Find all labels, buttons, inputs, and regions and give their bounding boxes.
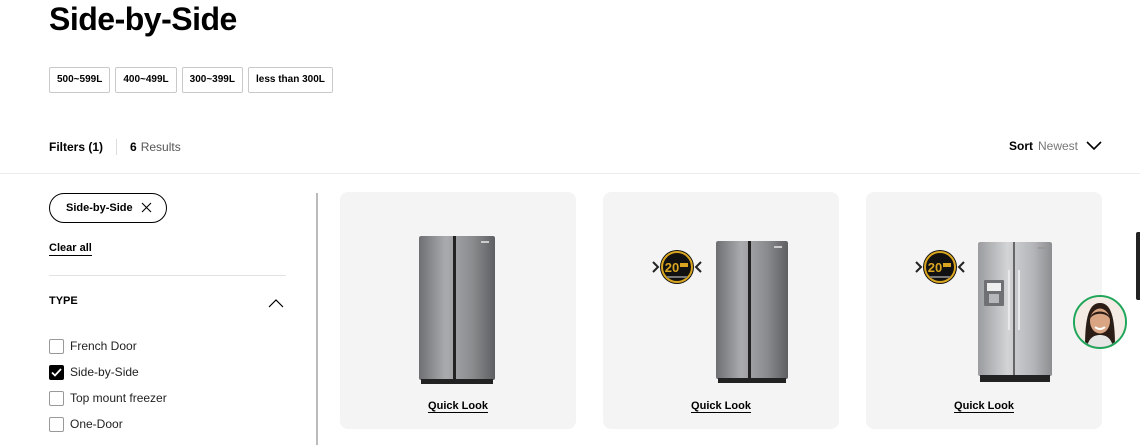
checkbox[interactable]	[49, 416, 64, 432]
type-option-top-mount-freezer[interactable]: Top mount freezer	[49, 385, 167, 411]
warranty-badge-icon: 20	[915, 250, 965, 284]
avatar-portrait	[1075, 297, 1125, 347]
chip-500-599l[interactable]: 500~599L	[49, 67, 111, 93]
chevron-up-icon[interactable]	[268, 295, 284, 313]
product-card[interactable]: Quick Look	[340, 192, 576, 429]
divider	[116, 139, 118, 155]
capacity-filter-chips: 500~599L 400~499L 300~399L less than 300…	[49, 67, 333, 93]
badge-number: 20	[928, 260, 942, 275]
quick-look: Quick Look	[603, 396, 839, 414]
option-label: French Door	[70, 339, 137, 353]
quick-look: Quick Look	[866, 396, 1102, 414]
sort-label: Sort	[1008, 139, 1033, 153]
divider	[49, 275, 286, 276]
checkmark-icon	[51, 367, 62, 377]
chip-less-than-300l[interactable]: less than 300L	[247, 67, 333, 93]
chat-assistant-avatar[interactable]	[1073, 295, 1127, 349]
refrigerator-image[interactable]	[419, 236, 495, 384]
active-filter-chip[interactable]: Side-by-Side	[49, 193, 167, 223]
results-count: 6	[130, 140, 137, 154]
sort-value: Newest	[1037, 139, 1078, 153]
refrigerator-image[interactable]	[716, 241, 788, 383]
active-filter-label: Side-by-Side	[66, 202, 133, 214]
filters-toggle[interactable]: Filters (1)	[49, 140, 103, 154]
type-option-side-by-side[interactable]: Side-by-Side	[49, 359, 167, 385]
badge-number: 20	[665, 260, 679, 275]
type-section-heading[interactable]: TYPE	[49, 295, 78, 307]
results-label: Results	[140, 140, 181, 154]
warranty-badge-icon: 20	[652, 250, 702, 284]
product-card[interactable]: 20 Quick Look	[603, 192, 839, 429]
product-card[interactable]: 20 Quick Look	[866, 192, 1102, 429]
quick-look: Quick Look	[340, 396, 576, 414]
chip-300-399l[interactable]: 300~399L	[181, 67, 243, 93]
close-icon[interactable]	[141, 201, 152, 215]
divider	[0, 173, 1140, 174]
option-label: One-Door	[70, 417, 123, 431]
checkbox-checked[interactable]	[49, 364, 64, 380]
page-title: Side-by-Side	[49, 1, 237, 37]
quick-look-link[interactable]: Quick Look	[691, 400, 751, 413]
quick-look-link[interactable]: Quick Look	[428, 400, 488, 413]
chip-400-499l[interactable]: 400~499L	[115, 67, 177, 93]
side-tab[interactable]	[1136, 232, 1140, 300]
checkbox[interactable]	[49, 390, 64, 406]
type-option-one-door[interactable]: One-Door	[49, 411, 167, 437]
quick-look-link[interactable]: Quick Look	[954, 400, 1014, 413]
option-label: Side-by-Side	[70, 365, 139, 379]
sort-dropdown[interactable]: Sort Newest	[1009, 139, 1102, 153]
checkbox[interactable]	[49, 338, 64, 354]
refrigerator-image[interactable]	[978, 242, 1052, 382]
option-label: Top mount freezer	[70, 391, 167, 405]
clear-all-link[interactable]: Clear all	[49, 241, 92, 256]
type-options: French Door Side-by-Side Top mount freez…	[49, 333, 167, 437]
filter-bar: Filters (1) 6 Results	[49, 139, 181, 155]
type-option-french-door[interactable]: French Door	[49, 333, 167, 359]
chevron-down-icon	[1086, 141, 1102, 151]
sidebar-divider	[316, 193, 318, 445]
